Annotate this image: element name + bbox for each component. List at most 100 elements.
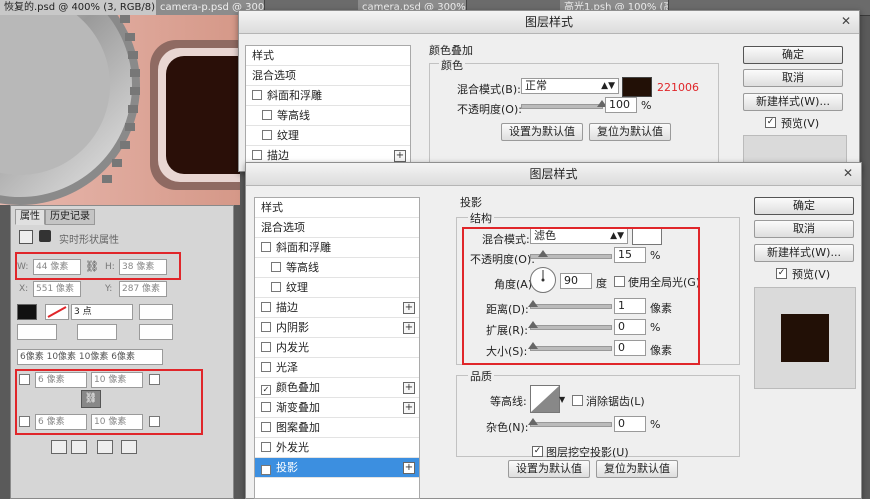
path-arrange-icon[interactable]: [97, 440, 113, 454]
plus-icon[interactable]: +: [403, 462, 415, 474]
color-swatch[interactable]: [622, 77, 652, 97]
layer-style-dialog-front: 图层样式 ✕ 样式 混合选项 斜面和浮雕 等高线 纹理 描边 + 内阴影 + 内发光 光泽 ✓ 颜色叠加…: [245, 162, 862, 499]
opacity-slider[interactable]: [521, 100, 607, 109]
tab-history[interactable]: 历史记录: [45, 209, 95, 225]
reset-default-button[interactable]: 复位为默认值: [589, 123, 671, 141]
style-item[interactable]: ✓ 颜色叠加 +: [255, 378, 419, 398]
style-checkbox[interactable]: [261, 302, 271, 312]
shape-icon[interactable]: [19, 230, 33, 244]
dialog-title: 图层样式: [246, 163, 861, 186]
contour-picker[interactable]: [530, 385, 560, 413]
style-item[interactable]: 纹理: [255, 278, 419, 298]
style-checkbox[interactable]: [261, 342, 271, 352]
style-item[interactable]: 内发光: [255, 338, 419, 358]
section-title: 颜色叠加: [429, 44, 473, 57]
style-checkbox[interactable]: [271, 262, 281, 272]
stroke-color-swatch[interactable]: [45, 304, 69, 320]
style-item-label: 渐变叠加: [276, 401, 320, 414]
mask-icon[interactable]: [39, 230, 51, 242]
chevron-down-icon[interactable]: ▼: [559, 395, 565, 404]
style-checkbox[interactable]: [252, 90, 262, 100]
corner-radii-summary[interactable]: 6像素 10像素 10像素 6像素: [17, 349, 163, 365]
style-item[interactable]: 外发光: [255, 438, 419, 458]
set-default-button[interactable]: 设置为默认值: [501, 123, 583, 141]
path-align-icon[interactable]: [71, 440, 87, 454]
style-checkbox[interactable]: [262, 130, 272, 140]
style-checkbox[interactable]: [261, 242, 271, 252]
corners-select[interactable]: [139, 324, 173, 340]
style-checkbox[interactable]: [261, 322, 271, 332]
style-item[interactable]: ✓ 投影 +: [255, 458, 419, 478]
style-item[interactable]: 斜面和浮雕: [255, 238, 419, 258]
style-item[interactable]: 图案叠加: [255, 418, 419, 438]
style-checkbox[interactable]: ✓: [261, 465, 271, 475]
reset-default-button[interactable]: 复位为默认值: [596, 460, 678, 478]
ok-button[interactable]: 确定: [743, 46, 843, 64]
style-item[interactable]: 样式: [255, 198, 419, 218]
plus-icon[interactable]: +: [403, 402, 415, 414]
style-checkbox[interactable]: ✓: [261, 385, 271, 395]
style-item[interactable]: 内阴影 +: [255, 318, 419, 338]
x-input[interactable]: 551 像素: [33, 281, 81, 297]
style-item-label: 图案叠加: [276, 421, 320, 434]
set-default-button[interactable]: 设置为默认值: [508, 460, 590, 478]
style-item[interactable]: 等高线: [255, 258, 419, 278]
noise-slider[interactable]: [528, 418, 612, 427]
style-item[interactable]: 描边 +: [255, 298, 419, 318]
style-item[interactable]: 渐变叠加 +: [255, 398, 419, 418]
preview-checkbox[interactable]: ✓: [776, 268, 787, 279]
preview-checkbox[interactable]: ✓: [765, 117, 776, 128]
cancel-button[interactable]: 取消: [754, 220, 854, 238]
close-icon[interactable]: ✕: [841, 167, 855, 181]
style-checkbox[interactable]: [261, 442, 271, 452]
opacity-label: 不透明度(O):: [457, 103, 522, 116]
style-item-label: 等高线: [277, 109, 310, 122]
doc-tab-label: 恢复的.psd @ 400% (3, RGB/8) *: [4, 2, 159, 13]
style-checkbox[interactable]: [261, 362, 271, 372]
style-item[interactable]: 纹理: [246, 126, 410, 146]
knockout-checkbox[interactable]: ✓: [532, 446, 543, 457]
fill-color-swatch[interactable]: [17, 304, 37, 320]
cancel-button[interactable]: 取消: [743, 69, 843, 87]
section-title: 投影: [460, 196, 482, 209]
slider-knob[interactable]: [528, 418, 538, 425]
align-select[interactable]: [17, 324, 57, 340]
plus-icon[interactable]: +: [403, 322, 415, 334]
style-checkbox[interactable]: [262, 110, 272, 120]
close-icon[interactable]: ✕: [839, 15, 853, 29]
stroke-size-select[interactable]: 3 点: [71, 304, 133, 320]
style-checkbox[interactable]: [261, 422, 271, 432]
tab-properties[interactable]: 属性: [15, 209, 45, 225]
plus-icon[interactable]: +: [394, 150, 406, 162]
y-input[interactable]: 287 像素: [119, 281, 167, 297]
stroke-type-select[interactable]: [139, 304, 173, 320]
style-item[interactable]: 样式: [246, 46, 410, 66]
blend-mode-select[interactable]: 正常 ▲▼: [521, 78, 619, 94]
style-checkbox[interactable]: [261, 402, 271, 412]
tab-label: 属性: [20, 211, 40, 222]
plus-icon[interactable]: +: [403, 302, 415, 314]
style-item[interactable]: 斜面和浮雕: [246, 86, 410, 106]
noise-input[interactable]: 0: [614, 416, 646, 432]
style-item[interactable]: 光泽: [255, 358, 419, 378]
style-item[interactable]: 混合选项: [246, 66, 410, 86]
path-op-icon[interactable]: [51, 440, 67, 454]
style-checkbox[interactable]: [252, 150, 262, 160]
new-style-button[interactable]: 新建样式(W)...: [743, 93, 843, 111]
style-item[interactable]: 等高线: [246, 106, 410, 126]
style-checkbox[interactable]: [271, 282, 281, 292]
highlight-box-structure: [462, 227, 700, 365]
x-label: X:: [19, 284, 29, 294]
new-style-button[interactable]: 新建样式(W)...: [754, 244, 854, 262]
panel-subtitle: 实时形状属性: [59, 235, 119, 246]
canvas-area[interactable]: [0, 15, 240, 205]
doc-tab-1[interactable]: 恢复的.psd @ 400% (3, RGB/8) *: [0, 0, 159, 15]
ok-button[interactable]: 确定: [754, 197, 854, 215]
path-combine-icon[interactable]: [121, 440, 137, 454]
antialias-checkbox[interactable]: [572, 395, 583, 406]
caps-select[interactable]: [77, 324, 117, 340]
style-item-label: 样式: [252, 49, 274, 62]
style-item[interactable]: 混合选项: [255, 218, 419, 238]
plus-icon[interactable]: +: [403, 382, 415, 394]
opacity-input[interactable]: 100: [605, 97, 637, 113]
